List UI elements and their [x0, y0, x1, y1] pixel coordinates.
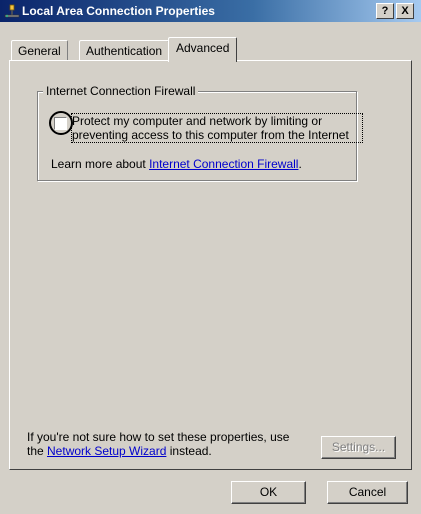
setup-note-line1: If you're not sure how to set these prop…: [27, 430, 290, 444]
tab-advanced[interactable]: Advanced: [168, 37, 238, 62]
title-bar[interactable]: Local Area Connection Properties ? X: [0, 0, 421, 22]
learn-more-prefix: Learn more about: [51, 157, 150, 171]
setup-note: If you're not sure how to set these prop…: [27, 430, 289, 458]
learn-more-text: Learn more about Internet Connection Fir…: [51, 157, 302, 171]
firewall-group-title: Internet Connection Firewall: [43, 84, 199, 98]
cancel-button[interactable]: Cancel: [327, 481, 408, 504]
tab-authentication[interactable]: Authentication: [79, 40, 170, 60]
firewall-groupbox: Internet Connection Firewall Protect my …: [37, 84, 363, 181]
tab-panel-advanced: Internet Connection Firewall Protect my …: [9, 60, 412, 470]
setup-note-line2: the Network Setup Wizard instead.: [27, 444, 289, 458]
settings-button[interactable]: Settings...: [321, 436, 396, 459]
highlight-circle-annotation: [49, 111, 73, 135]
window-title: Local Area Connection Properties: [22, 4, 215, 18]
help-button[interactable]: ?: [376, 3, 394, 19]
network-setup-wizard-link[interactable]: Network Setup Wizard: [47, 444, 166, 458]
setup-note-prefix: the: [27, 444, 48, 458]
firewall-checkbox-label[interactable]: Protect my computer and network by limit…: [71, 113, 363, 143]
close-button[interactable]: X: [396, 3, 414, 19]
properties-dialog: Local Area Connection Properties ? X Gen…: [0, 0, 421, 514]
learn-more-suffix: .: [298, 157, 302, 171]
setup-note-suffix: instead.: [166, 444, 212, 458]
network-connection-icon: [4, 4, 20, 18]
firewall-help-link[interactable]: Internet Connection Firewall: [149, 157, 298, 171]
ok-button[interactable]: OK: [231, 481, 306, 504]
tab-general[interactable]: General: [11, 40, 68, 60]
